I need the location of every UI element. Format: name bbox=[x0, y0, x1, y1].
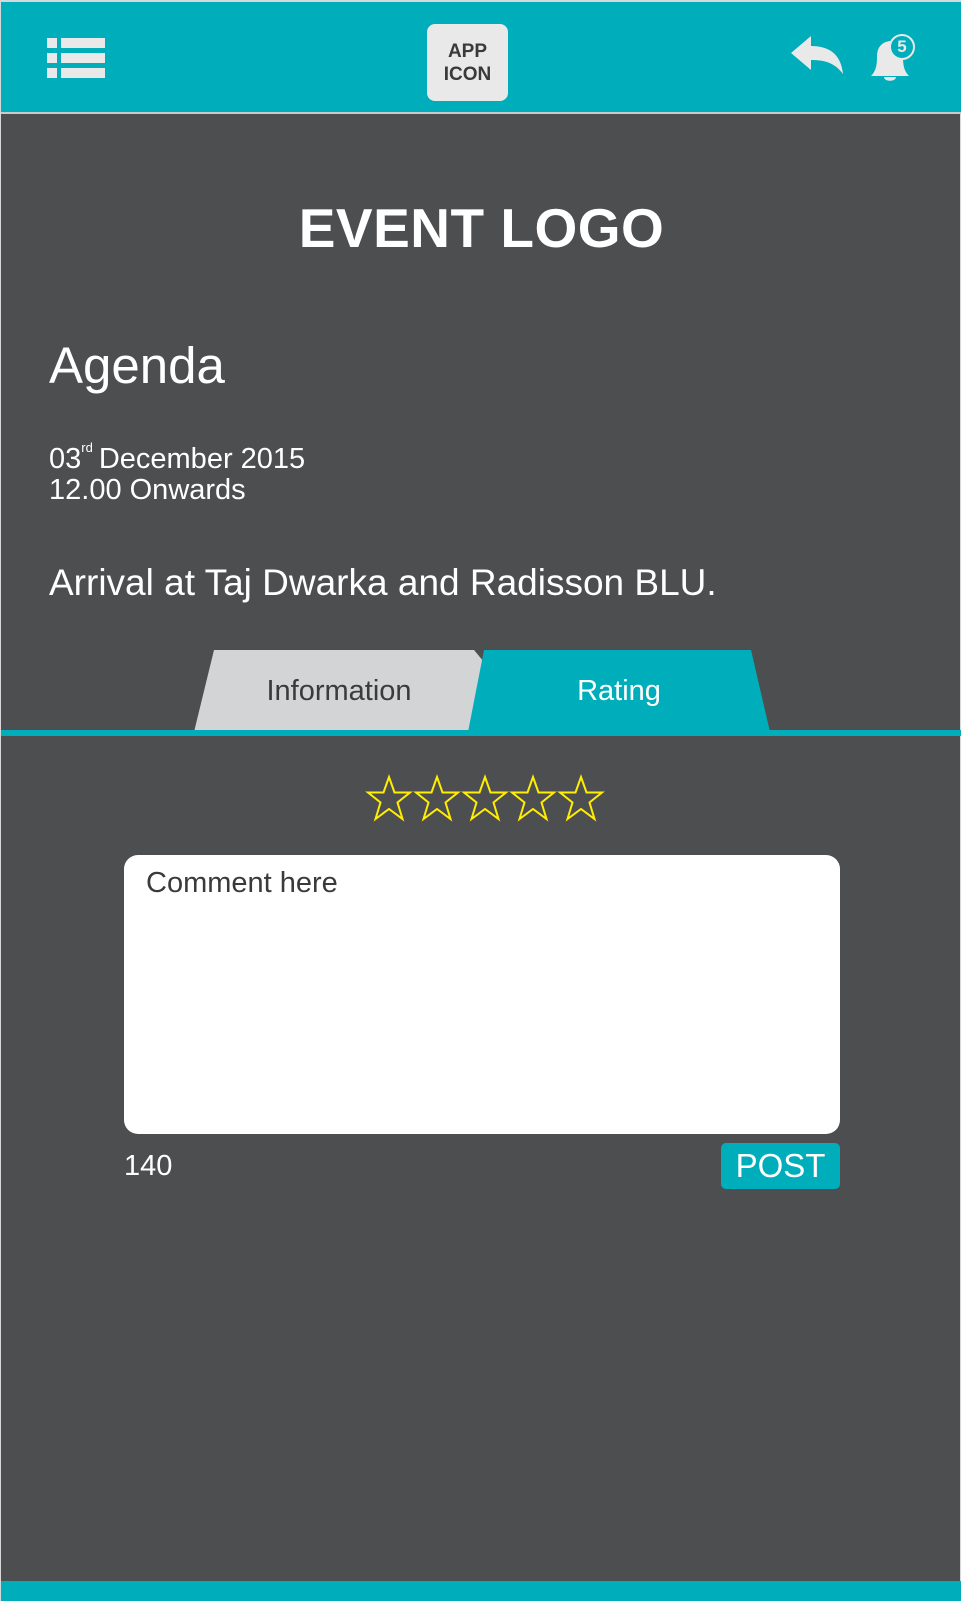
bottom-bar bbox=[1, 1581, 961, 1601]
event-date: 03rd December 2015 bbox=[49, 440, 305, 476]
reply-back-icon bbox=[791, 36, 843, 74]
tab-underline bbox=[1, 730, 961, 736]
date-day: 03 bbox=[49, 443, 82, 475]
date-rest: December 2015 bbox=[98, 443, 306, 475]
post-button[interactable]: POST bbox=[721, 1143, 840, 1189]
date-suffix: rd bbox=[81, 440, 93, 455]
notifications-button[interactable]: 5 bbox=[867, 32, 923, 84]
notification-count-badge: 5 bbox=[889, 34, 915, 60]
top-bar: APP ICON 5 bbox=[1, 0, 961, 114]
event-description: Arrival at Taj Dwarka and Radisson BLU. bbox=[49, 562, 717, 603]
chars-remaining: 140 bbox=[124, 1150, 173, 1182]
star-icon[interactable] bbox=[509, 774, 557, 824]
star-rating bbox=[365, 774, 605, 824]
app-screen: APP ICON 5 EVENT LOGO Agenda 03rd Decembe… bbox=[0, 0, 961, 1601]
tab-information[interactable]: Information bbox=[194, 650, 484, 732]
tab-rating-label: Rating bbox=[577, 674, 661, 707]
menu-button[interactable] bbox=[47, 38, 105, 78]
tab-bar: Information Rating bbox=[1, 650, 961, 732]
back-button[interactable] bbox=[791, 36, 845, 76]
event-time: 12.00 Onwards bbox=[49, 474, 246, 506]
app-icon[interactable]: APP ICON bbox=[427, 24, 508, 101]
tab-information-label: Information bbox=[266, 674, 412, 707]
star-icon[interactable] bbox=[461, 774, 509, 824]
tab-rating[interactable]: Rating bbox=[468, 650, 770, 732]
star-icon[interactable] bbox=[413, 774, 461, 824]
comment-input[interactable] bbox=[124, 855, 840, 1134]
event-logo: EVENT LOGO bbox=[298, 197, 665, 259]
page-title: Agenda bbox=[49, 337, 225, 394]
star-icon[interactable] bbox=[365, 774, 413, 824]
star-icon[interactable] bbox=[557, 774, 605, 824]
